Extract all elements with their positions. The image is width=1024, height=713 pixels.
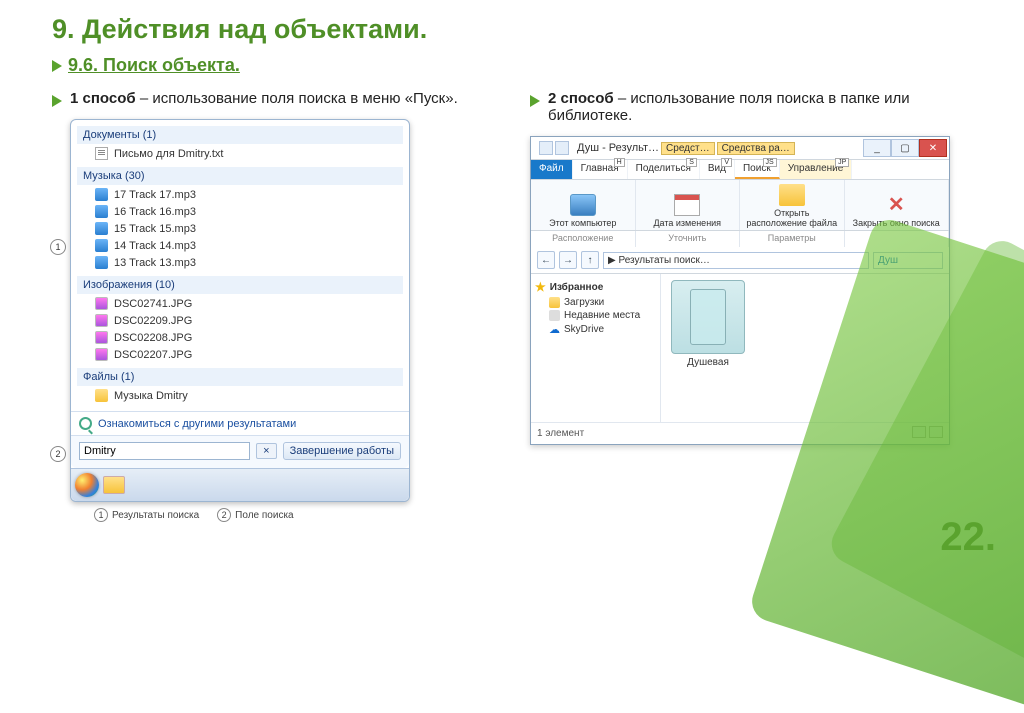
qat-icon[interactable] <box>539 141 553 155</box>
sidebar-item-recent[interactable]: Недавние места <box>535 309 656 322</box>
method-1-label: 1 способ <box>70 90 136 107</box>
close-button[interactable]: ✕ <box>919 139 947 157</box>
arrow-icon <box>52 95 62 107</box>
sidebar-item-skydrive[interactable]: ☁SkyDrive <box>535 322 656 337</box>
callout-1: 1Результаты поиска <box>94 508 199 522</box>
thumbnail-image <box>671 280 745 354</box>
list-item[interactable]: Письмо для Dmitry.txt <box>77 145 403 162</box>
image-file-icon <box>95 348 108 361</box>
star-icon: ★ <box>535 280 546 294</box>
category-files: Файлы (1) <box>77 368 403 386</box>
callout-badge-1: 1 <box>50 239 66 255</box>
method-2-text: 2 способ – использование поля поиска в п… <box>530 90 972 124</box>
page-number: 22. <box>940 515 996 560</box>
page-title: 9. Действия над объектами. <box>52 14 972 45</box>
list-item[interactable]: 16 Track 16.mp3 <box>77 203 403 220</box>
subtitle-row: 9.6. Поиск объекта. <box>52 55 972 76</box>
ribbon-date-modified[interactable]: Дата изменения <box>636 180 741 230</box>
taskbar <box>71 468 409 501</box>
more-results-link[interactable]: Ознакомиться с другими результатами <box>71 411 409 435</box>
text-file-icon <box>95 147 108 160</box>
sidebar-item-downloads[interactable]: Загрузки <box>535 296 656 309</box>
callout-2: 2Поле поиска <box>217 508 293 522</box>
callout-badge-2: 2 <box>50 446 66 462</box>
nav-back-button[interactable]: ← <box>537 251 555 269</box>
image-file-icon <box>95 331 108 344</box>
list-item[interactable]: Музыка Dmitry <box>77 387 403 404</box>
window-titlebar[interactable]: Душ - Результ… Средст… Средства ра… _ ▢ … <box>531 137 949 160</box>
tab-share[interactable]: ПоделитьсяS <box>628 160 700 179</box>
minimize-button[interactable]: _ <box>863 139 891 157</box>
nav-up-button[interactable]: ↑ <box>581 251 599 269</box>
folder-icon <box>95 389 108 402</box>
ribbon-open-location[interactable]: Открыть расположение файла <box>740 180 845 230</box>
list-item[interactable]: 14 Track 14.mp3 <box>77 237 403 254</box>
tab-file[interactable]: Файл <box>531 160 573 179</box>
nav-sidebar: ★Избранное Загрузки Недавние места ☁SkyD… <box>531 274 661 422</box>
method-2-label: 2 способ <box>548 90 614 107</box>
download-folder-icon <box>549 297 560 308</box>
list-item[interactable]: DSC02209.JPG <box>77 312 403 329</box>
list-item[interactable]: DSC02207.JPG <box>77 346 403 363</box>
list-item[interactable]: 17 Track 17.mp3 <box>77 186 403 203</box>
image-file-icon <box>95 297 108 310</box>
context-tab[interactable]: Средства ра… <box>717 142 795 155</box>
arrow-icon <box>530 95 540 107</box>
close-icon: ✕ <box>883 194 909 216</box>
start-orb-icon[interactable] <box>75 473 99 497</box>
window-title: Душ - Результ… <box>577 142 659 154</box>
arrow-icon <box>52 60 62 72</box>
recent-icon <box>549 310 560 321</box>
category-music: Музыка (30) <box>77 167 403 185</box>
nav-forward-button[interactable]: → <box>559 251 577 269</box>
audio-file-icon <box>95 239 108 252</box>
maximize-button[interactable]: ▢ <box>891 139 919 157</box>
tab-search[interactable]: ПоискJS <box>735 160 780 179</box>
category-documents: Документы (1) <box>77 126 403 144</box>
favorites-header[interactable]: ★Избранное <box>535 278 656 296</box>
audio-file-icon <box>95 222 108 235</box>
list-item[interactable]: 13 Track 13.mp3 <box>77 254 403 271</box>
file-thumbnail[interactable]: Душевая <box>667 280 749 368</box>
subtitle: 9.6. Поиск объекта. <box>68 55 240 76</box>
ribbon-tabs: Файл ГлавнаяH ПоделитьсяS ВидV ПоискJS У… <box>531 160 949 180</box>
folder-open-icon <box>779 184 805 206</box>
list-item[interactable]: DSC02208.JPG <box>77 329 403 346</box>
start-search-input[interactable] <box>79 442 250 460</box>
tab-home[interactable]: ГлавнаяH <box>573 160 628 179</box>
list-item[interactable]: 15 Track 15.mp3 <box>77 220 403 237</box>
cloud-icon: ☁ <box>549 323 560 336</box>
audio-file-icon <box>95 188 108 201</box>
explorer-taskbar-icon[interactable] <box>103 476 125 494</box>
ribbon-this-pc[interactable]: Этот компьютер <box>531 180 636 230</box>
audio-file-icon <box>95 205 108 218</box>
tab-manage[interactable]: УправлениеJP <box>780 160 853 179</box>
shutdown-button[interactable]: Завершение работы <box>283 442 401 460</box>
calendar-icon <box>674 194 700 216</box>
search-icon <box>79 417 92 430</box>
category-images: Изображения (10) <box>77 276 403 294</box>
thumbnail-label: Душевая <box>687 357 729 368</box>
image-file-icon <box>95 314 108 327</box>
clear-button[interactable]: × <box>256 443 276 459</box>
list-item[interactable]: DSC02741.JPG <box>77 295 403 312</box>
computer-icon <box>570 194 596 216</box>
qat-icon[interactable] <box>555 141 569 155</box>
method-1-text: 1 способ – использование поля поиска в м… <box>52 90 494 107</box>
tab-view[interactable]: ВидV <box>700 160 735 179</box>
start-menu: Документы (1) Письмо для Dmitry.txt Музы… <box>70 119 410 502</box>
address-bar[interactable]: ▶ Результаты поиск… <box>603 252 869 269</box>
context-tab[interactable]: Средст… <box>661 142 715 155</box>
audio-file-icon <box>95 256 108 269</box>
